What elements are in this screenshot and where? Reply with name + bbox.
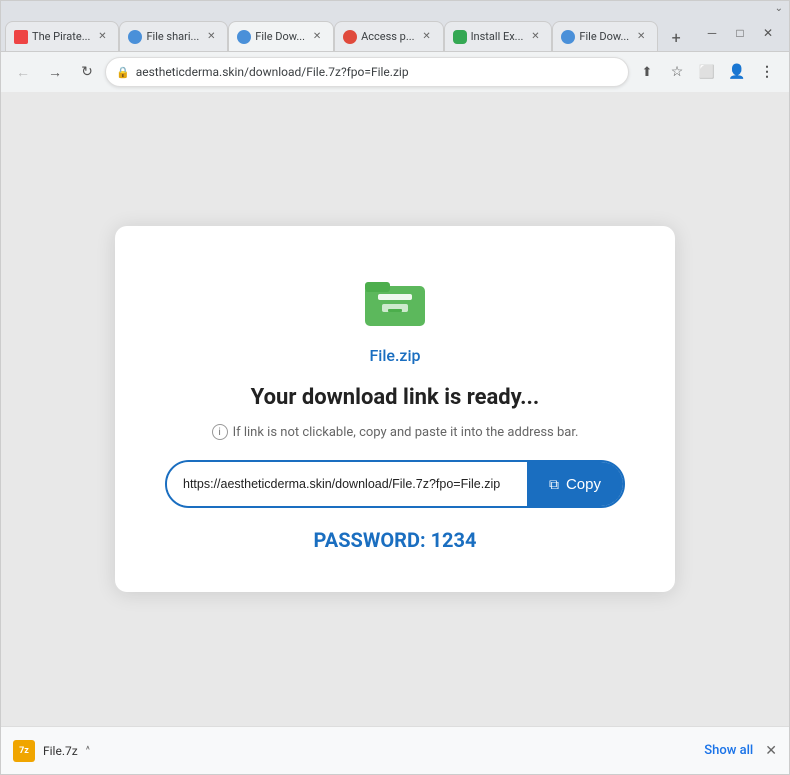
- download-file-name: File.7z: [43, 744, 78, 758]
- reload-button[interactable]: ↻: [73, 58, 101, 86]
- tab-file-down2[interactable]: File Dow... ✕: [552, 21, 658, 51]
- tab-access[interactable]: Access p... ✕: [334, 21, 444, 51]
- chrome-top-bar: ⌄: [1, 1, 789, 15]
- address-bar[interactable]: 🔒 aestheticderma.skin/download/File.7z?f…: [105, 57, 629, 87]
- download-title: Your download link is ready...: [251, 385, 540, 410]
- copy-button[interactable]: ⧉ Copy: [527, 462, 623, 506]
- close-download-bar-button[interactable]: ✕: [765, 743, 777, 759]
- tab-favicon-access: [343, 30, 357, 44]
- tab-favicon-file-down: [237, 30, 251, 44]
- tab-label-file-share: File shari...: [146, 30, 199, 43]
- tab-file-share[interactable]: File shari... ✕: [119, 21, 228, 51]
- tab-pirate[interactable]: The Pirate... ✕: [5, 21, 119, 51]
- menu-icon[interactable]: ⋮: [753, 58, 781, 86]
- page-content: pcrisk.com File.zip Your: [1, 92, 789, 726]
- tabs-area: The Pirate... ✕ File shari... ✕ File Dow…: [5, 15, 699, 51]
- minimize-button[interactable]: ─: [699, 20, 725, 46]
- extensions-icon[interactable]: ⬜: [693, 58, 721, 86]
- browser-frame: ⌄ The Pirate... ✕ File shari... ✕ File D…: [0, 0, 790, 775]
- profile-icon[interactable]: 👤: [723, 58, 751, 86]
- download-item: 7z File.7z ^: [13, 740, 90, 762]
- tab-label-file-down: File Dow...: [255, 30, 305, 43]
- tab-close-file-down2[interactable]: ✕: [633, 29, 649, 45]
- url-input[interactable]: [167, 462, 527, 506]
- tab-favicon-pirate: [14, 30, 28, 44]
- file-name-label: File.zip: [369, 346, 420, 365]
- maximize-button[interactable]: □: [727, 20, 753, 46]
- tab-close-pirate[interactable]: ✕: [94, 29, 110, 45]
- info-text-row: i If link is not clickable, copy and pas…: [212, 424, 579, 440]
- tab-label-install: Install Ex...: [471, 30, 524, 43]
- tab-close-file-share[interactable]: ✕: [203, 29, 219, 45]
- tab-label-access: Access p...: [361, 30, 415, 43]
- tab-favicon-file-share: [128, 30, 142, 44]
- file-zip-icon: [360, 266, 430, 336]
- file-icon-container: [360, 266, 430, 336]
- url-copy-row: ⧉ Copy: [165, 460, 625, 508]
- download-chevron-icon[interactable]: ^: [86, 745, 90, 756]
- window-controls: ─ □ ✕: [699, 20, 785, 46]
- tab-label-pirate: The Pirate...: [32, 30, 90, 43]
- chevron-down-icon[interactable]: ⌄: [775, 3, 783, 14]
- show-all-button[interactable]: Show all: [704, 743, 753, 758]
- toolbar-right: ⬆ ☆ ⬜ 👤 ⋮: [633, 58, 781, 86]
- tab-close-install[interactable]: ✕: [527, 29, 543, 45]
- forward-button[interactable]: →: [41, 58, 69, 86]
- info-icon: i: [212, 424, 228, 440]
- download-file-icon: 7z: [13, 740, 35, 762]
- share-icon[interactable]: ⬆: [633, 58, 661, 86]
- title-bar: The Pirate... ✕ File shari... ✕ File Dow…: [1, 15, 789, 51]
- address-text: aestheticderma.skin/download/File.7z?fpo…: [136, 65, 618, 79]
- tab-favicon-file-down2: [561, 30, 575, 44]
- tab-close-file-down[interactable]: ✕: [309, 29, 325, 45]
- download-card: File.zip Your download link is ready... …: [115, 226, 675, 592]
- copy-button-label: Copy: [566, 476, 601, 493]
- new-tab-button[interactable]: +: [662, 23, 690, 51]
- close-button[interactable]: ✕: [755, 20, 781, 46]
- lock-icon: 🔒: [116, 66, 130, 79]
- copy-icon: ⧉: [549, 476, 559, 493]
- tab-favicon-install: [453, 30, 467, 44]
- tab-file-down-active[interactable]: File Dow... ✕: [228, 21, 334, 51]
- tab-label-file-down2: File Dow...: [579, 30, 629, 43]
- toolbar: ← → ↻ 🔒 aestheticderma.skin/download/Fil…: [1, 52, 789, 92]
- tab-install[interactable]: Install Ex... ✕: [444, 21, 553, 51]
- download-bar: 7z File.7z ^ Show all ✕: [1, 726, 789, 774]
- tab-close-access[interactable]: ✕: [419, 29, 435, 45]
- back-button[interactable]: ←: [9, 58, 37, 86]
- password-label: PASSWORD: 1234: [314, 528, 477, 552]
- info-text-content: If link is not clickable, copy and paste…: [233, 425, 579, 440]
- download-bar-right: Show all ✕: [704, 743, 777, 759]
- bookmark-icon[interactable]: ☆: [663, 58, 691, 86]
